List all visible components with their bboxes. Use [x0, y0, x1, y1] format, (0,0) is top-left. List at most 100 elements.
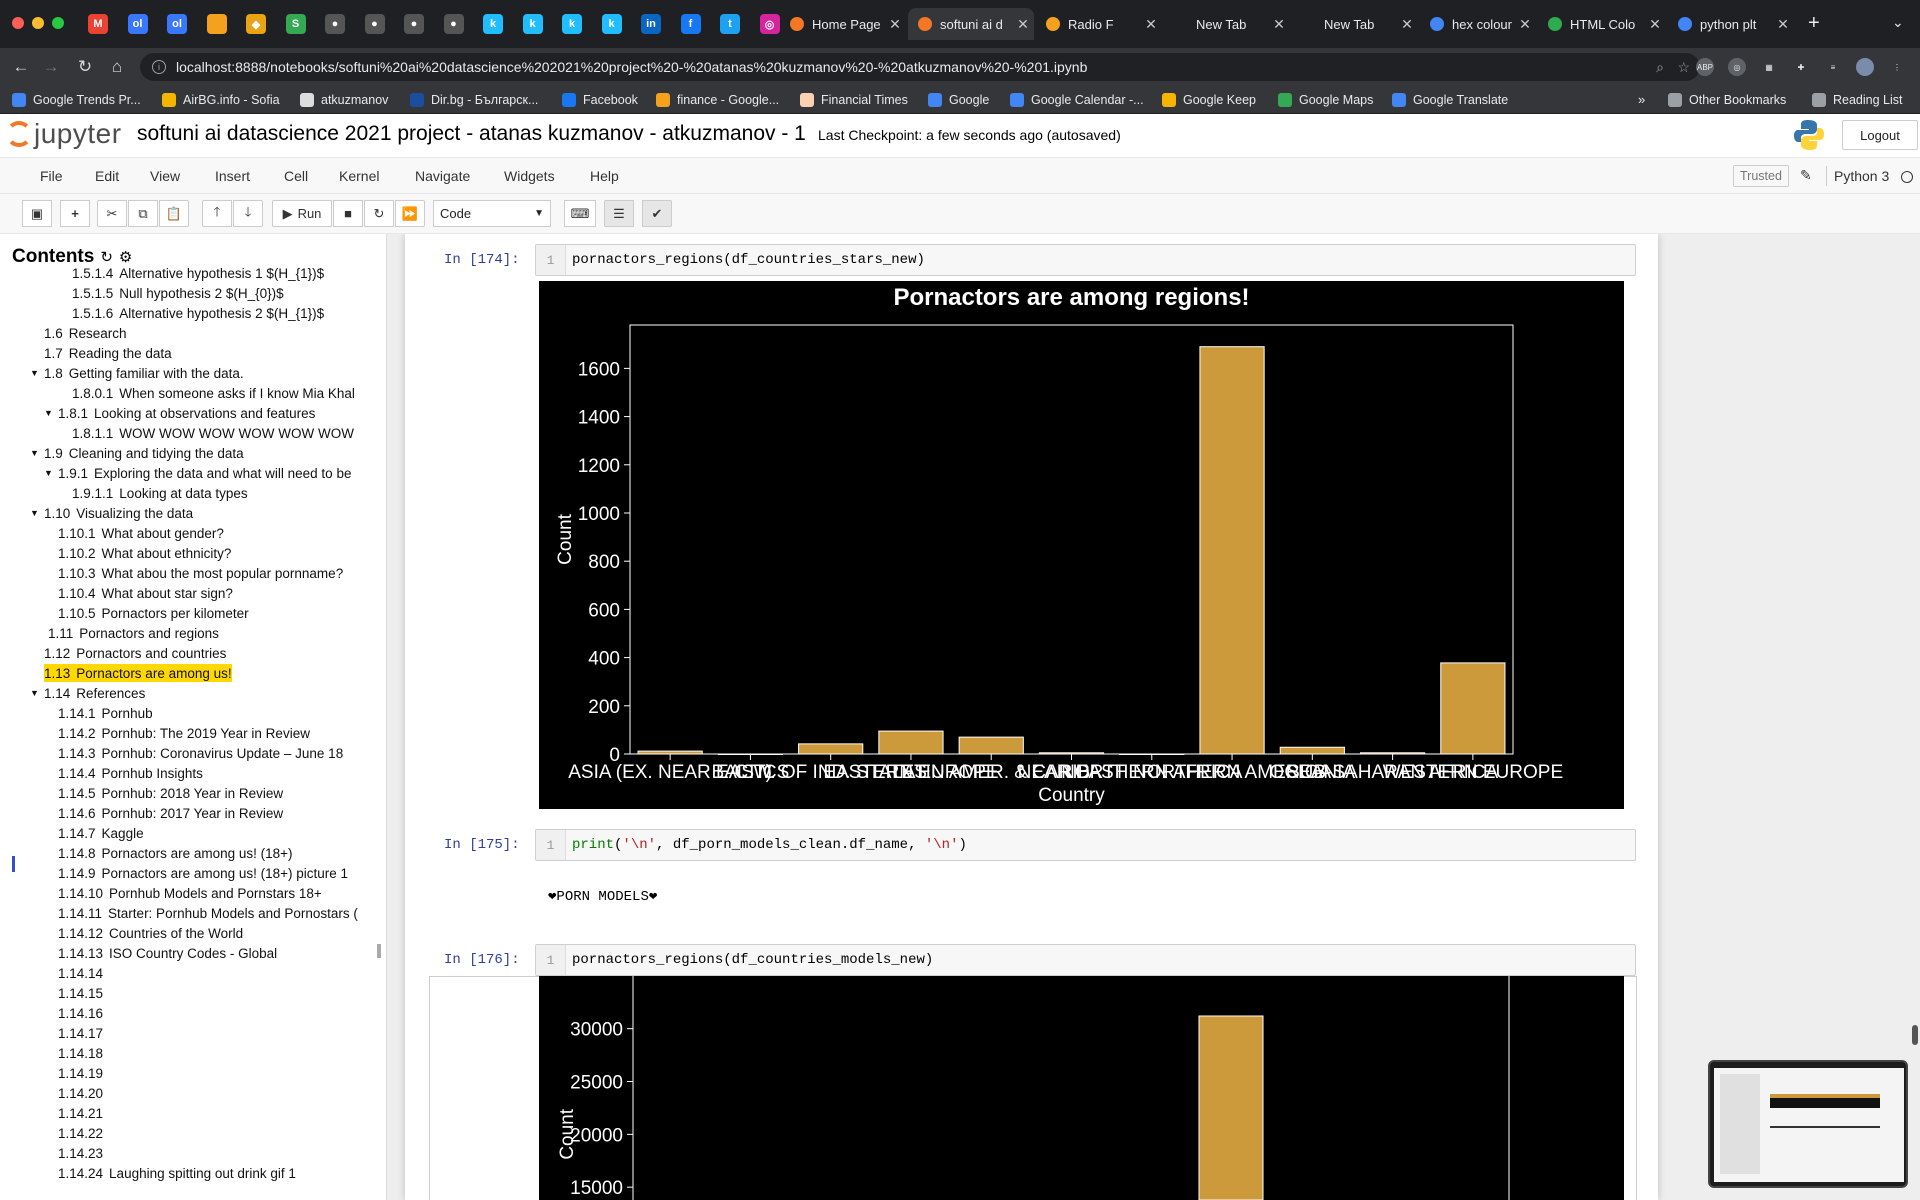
toc-item[interactable]: 1.7 Reading the data — [44, 344, 172, 362]
bookmark-item[interactable]: Google Calendar -... — [1010, 91, 1144, 109]
notebook-scrollbar[interactable] — [1912, 1025, 1918, 1045]
linkedin-icon[interactable]: in — [641, 14, 661, 34]
close-tab-icon[interactable]: ✕ — [1772, 16, 1794, 33]
collapse-triangle-icon[interactable]: ▼ — [30, 448, 39, 458]
close-tab-icon[interactable]: ✕ — [1140, 16, 1162, 33]
toc-item[interactable]: 1.10.2 What about ethnicity? — [58, 544, 231, 562]
close-tab-icon[interactable]: ✕ — [1268, 16, 1290, 33]
toc-item[interactable]: 1.14.21 — [58, 1104, 109, 1122]
move-down-icon[interactable]: 🡓 — [233, 200, 263, 227]
minimize-window-icon[interactable] — [32, 17, 44, 29]
bookmark-app-icon[interactable] — [206, 14, 227, 34]
toc-item[interactable]: 1.5.1.4 Alternative hypothesis 1 $(H_{1})… — [72, 264, 324, 282]
browser-tab[interactable]: softuni ai d ✕ — [908, 8, 1034, 40]
menu-edit[interactable]: Edit — [95, 168, 119, 184]
facebook-icon[interactable]: f — [680, 14, 701, 34]
kaggle-icon[interactable]: k — [522, 14, 543, 34]
toc-item[interactable]: 1.14.12 Countries of the World — [58, 924, 243, 942]
extension-icon[interactable]: ◎ — [1728, 58, 1746, 76]
menu-widgets[interactable]: Widgets — [504, 168, 555, 184]
forward-icon[interactable]: → — [40, 56, 62, 78]
toc-item[interactable]: 1.14.20 — [58, 1084, 109, 1102]
github-icon[interactable]: ● — [364, 14, 385, 34]
code-cell-input[interactable]: 1 print('\n', df_porn_models_clean.df_na… — [535, 829, 1636, 861]
restart-icon[interactable]: ↻ — [364, 200, 394, 227]
copy-icon[interactable]: ⧉ — [128, 200, 158, 227]
browser-tab[interactable]: New Tab ✕ — [1164, 8, 1290, 40]
toc-item[interactable]: ▼ 1.14 References — [30, 684, 145, 702]
instagram-icon[interactable]: ◎ — [759, 14, 780, 34]
extension-icon[interactable]: ▦ — [1760, 58, 1778, 76]
toc-item[interactable]: 1.8.0.1 When someone asks if I know Mia K… — [72, 384, 355, 402]
menu-help[interactable]: Help — [590, 168, 619, 184]
menu-cell[interactable]: Cell — [284, 168, 308, 184]
bookmark-item[interactable]: Google — [928, 91, 989, 109]
trusted-indicator[interactable]: Trusted — [1733, 165, 1789, 187]
toc-item[interactable]: 1.14.6 Pornhub: 2017 Year in Review — [58, 804, 283, 822]
maximize-window-icon[interactable] — [52, 17, 64, 29]
toc-item[interactable]: 1.10.5 Pornactors per kilometer — [58, 604, 249, 622]
adblock-icon[interactable]: ABP — [1696, 58, 1714, 76]
udemy-icon[interactable]: ◆ — [246, 14, 266, 34]
collapse-triangle-icon[interactable]: ▼ — [44, 468, 53, 478]
toc-item[interactable]: 1.14.9 Pornactors are among us! (18+) pic… — [58, 864, 348, 882]
bookmarks-overflow-icon[interactable]: » — [1638, 92, 1645, 107]
bookmark-item[interactable]: finance - Google... — [656, 91, 779, 109]
toc-item[interactable]: 1.14.4 Pornhub Insights — [58, 764, 203, 782]
toc-item[interactable]: 1.11 Pornactors and regions — [48, 624, 219, 642]
close-tab-icon[interactable]: ✕ — [884, 16, 906, 33]
save-icon[interactable]: ▣ — [22, 200, 52, 227]
paste-icon[interactable]: 📋 — [159, 200, 189, 227]
github-icon[interactable]: ● — [443, 14, 464, 34]
gmail-icon[interactable]: M — [88, 14, 108, 34]
toc-item[interactable]: ▼ 1.9 Cleaning and tidying the data — [30, 444, 244, 462]
toc-item[interactable]: 1.14.16 — [58, 1004, 109, 1022]
restart-run-all-icon[interactable]: ⏩ — [395, 200, 425, 227]
back-icon[interactable]: ← — [10, 56, 32, 78]
bookmark-item[interactable]: Dir.bg - Българск... — [410, 91, 538, 109]
toc-item[interactable]: 1.14.8 Pornactors are among us! (18+) — [58, 844, 293, 862]
menu-icon[interactable]: ⋮ — [1888, 58, 1906, 76]
browser-tab[interactable]: HTML Colo ✕ — [1538, 8, 1666, 40]
app-s-icon[interactable]: S — [285, 14, 306, 34]
bookmark-item[interactable]: Facebook — [562, 91, 638, 109]
toc-item[interactable]: 1.14.19 — [58, 1064, 109, 1082]
close-tab-icon[interactable]: ✕ — [1012, 16, 1034, 33]
toc-item[interactable]: 1.14.23 — [58, 1144, 109, 1162]
bookmark-item[interactable]: AirBG.info - Sofia — [162, 91, 280, 109]
toc-item[interactable]: 1.14.3 Pornhub: Coronavirus Update – June… — [58, 744, 343, 762]
collapse-triangle-icon[interactable]: ▼ — [30, 368, 39, 378]
zoom-icon[interactable]: ⌕ — [1656, 59, 1664, 76]
close-tab-icon[interactable]: ✕ — [1514, 16, 1536, 33]
toc-item[interactable]: 1.5.1.5 Null hypothesis 2 $(H_{0})$ — [72, 284, 284, 302]
toc-item[interactable]: 1.14.17 — [58, 1024, 109, 1042]
toc-item[interactable]: ▼ 1.10 Visualizing the data — [30, 504, 193, 522]
toc-item[interactable]: 1.14.1 Pornhub — [58, 704, 153, 722]
toc-item[interactable]: 1.14.14 — [58, 964, 109, 982]
collapse-triangle-icon[interactable]: ▼ — [44, 408, 53, 418]
toc-item[interactable]: 1.8.1.1 WOW WOW WOW WOW WOW WOW — [72, 424, 354, 442]
bookmark-item[interactable]: Google Keep — [1162, 91, 1256, 109]
bookmark-item[interactable]: Google Translate — [1392, 91, 1508, 109]
olx-icon[interactable]: ol — [167, 14, 187, 34]
toc-item[interactable]: ▼ 1.8 Getting familiar with the data. — [30, 364, 244, 382]
close-window-icon[interactable] — [12, 17, 24, 29]
menu-kernel[interactable]: Kernel — [339, 168, 379, 184]
extensions-puzzle-icon[interactable]: ✚ — [1792, 58, 1810, 76]
edit-pencil-icon[interactable]: ✎ — [1800, 167, 1812, 184]
logout-button[interactable]: Logout — [1842, 120, 1918, 150]
toc-item[interactable]: 1.6 Research — [44, 324, 127, 342]
jupyter-logo[interactable]: jupyter — [6, 118, 122, 150]
kaggle-icon[interactable]: k — [601, 14, 622, 34]
menu-navigate[interactable]: Navigate — [415, 168, 470, 184]
toc-item[interactable]: 1.14.7 Kaggle — [58, 824, 144, 842]
kernel-name[interactable]: Python 3 — [1834, 168, 1889, 184]
toc-item[interactable]: ▼ 1.9.1 Exploring the data and what will n… — [44, 464, 351, 482]
bookmark-star-icon[interactable]: ☆ — [1677, 59, 1690, 76]
browser-tab[interactable]: New Tab ✕ — [1292, 8, 1418, 40]
kaggle-icon[interactable]: k — [562, 14, 582, 34]
toc-item[interactable]: 1.14.18 — [58, 1044, 109, 1062]
toc-item[interactable]: 1.14.5 Pornhub: 2018 Year in Review — [58, 784, 283, 802]
close-tab-icon[interactable]: ✕ — [1644, 16, 1666, 33]
cut-icon[interactable]: ✂ — [97, 200, 127, 227]
